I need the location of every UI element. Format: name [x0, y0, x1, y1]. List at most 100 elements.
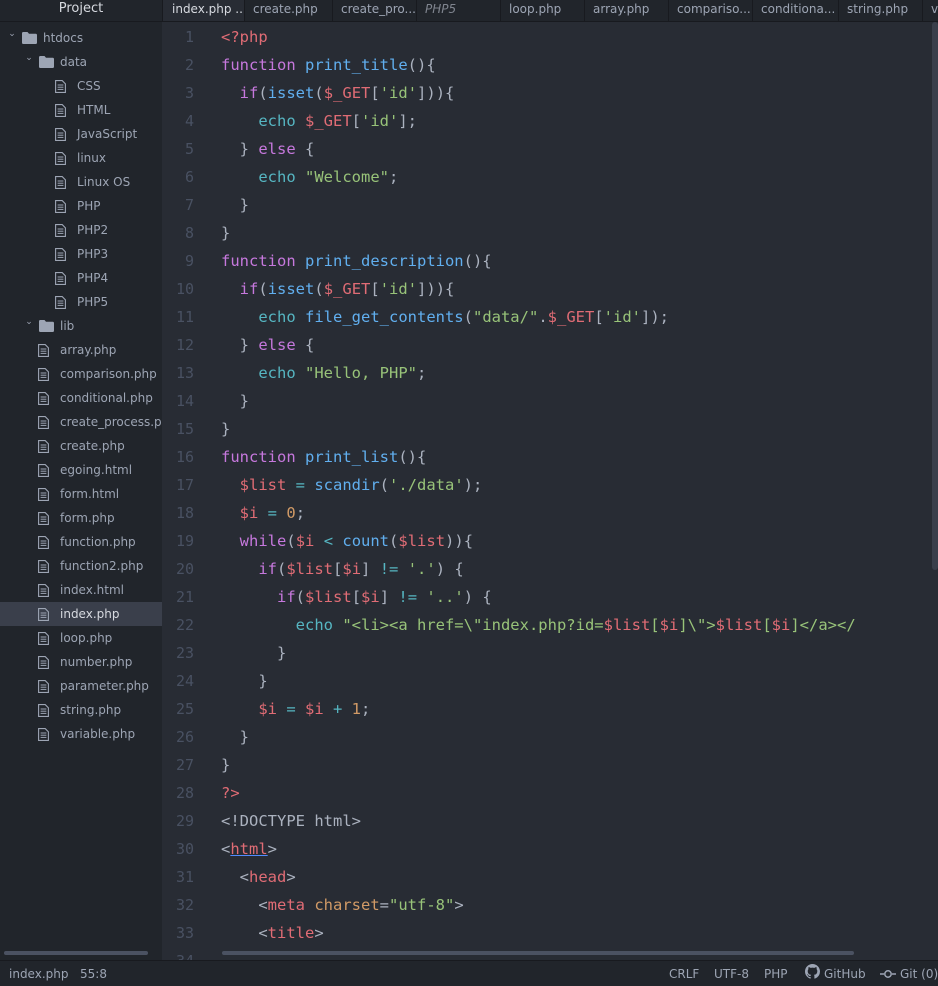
code-line[interactable]: } else {: [221, 135, 315, 163]
tree-file[interactable]: function2.php: [0, 554, 162, 578]
tree-file[interactable]: index.html: [0, 578, 162, 602]
code-line[interactable]: function print_title(){: [221, 51, 436, 79]
chevron-down-icon[interactable]: ⌄: [7, 22, 17, 46]
code-line[interactable]: <head>: [221, 863, 296, 891]
tree-file[interactable]: egoing.html: [0, 458, 162, 482]
tree-file[interactable]: form.php: [0, 506, 162, 530]
status-grammar[interactable]: PHP: [764, 961, 788, 986]
tree-file[interactable]: create.php: [0, 434, 162, 458]
code-line[interactable]: echo "Hello, PHP";: [221, 359, 426, 387]
tree-file[interactable]: PHP4: [0, 266, 162, 290]
code-line[interactable]: }: [221, 639, 286, 667]
code-line[interactable]: echo "<li><a href=\"index.php?id=$list[$…: [221, 611, 856, 639]
tab[interactable]: string.php: [838, 0, 922, 21]
tab[interactable]: array.php: [584, 0, 668, 21]
code-line[interactable]: }: [221, 191, 249, 219]
status-line-ending[interactable]: CRLF: [669, 961, 699, 986]
code-area[interactable]: <?php function print_title(){ if(isset($_…: [221, 22, 938, 960]
tab[interactable]: PHP5: [416, 0, 500, 21]
code-line[interactable]: if(isset($_GET['id'])){: [221, 275, 455, 303]
code-line[interactable]: }: [221, 667, 267, 695]
tab[interactable]: create.php: [244, 0, 332, 21]
code-line[interactable]: } else {: [221, 331, 315, 359]
code-line[interactable]: while($i < count($list)){: [221, 527, 473, 555]
code-line[interactable]: if($list[$i] != '.') {: [221, 555, 463, 583]
line-number: 28: [175, 784, 194, 802]
code-editor[interactable]: 1 2 3 4 5 6 7 8 9 10 11 12 13 14 15 16 17 18 19 20 21 22 23 24 2…: [162, 22, 938, 960]
tab[interactable]: conditiona...: [752, 0, 838, 21]
tree-file[interactable]: JavaScript: [0, 122, 162, 146]
tree-file[interactable]: PHP2: [0, 218, 162, 242]
code-line[interactable]: $i = 0;: [221, 499, 305, 527]
code-line[interactable]: $i = $i + 1;: [221, 695, 370, 723]
code-line[interactable]: }: [221, 723, 249, 751]
code-line[interactable]: function print_list(){: [221, 443, 426, 471]
tab[interactable]: va: [922, 0, 938, 21]
tree-file[interactable]: form.html: [0, 482, 162, 506]
editor-vertical-scrollbar[interactable]: [932, 22, 938, 570]
tree-file[interactable]: string.php: [0, 698, 162, 722]
tree-file[interactable]: HTML: [0, 98, 162, 122]
tree-folder[interactable]: ⌄ data: [0, 50, 162, 74]
file-icon: [55, 104, 66, 117]
tree-file[interactable]: number.php: [0, 650, 162, 674]
code-token: }: [221, 140, 259, 158]
code-line[interactable]: }: [221, 219, 230, 247]
tree-folder[interactable]: ⌄ lib: [0, 314, 162, 338]
code-token: )){: [445, 532, 474, 550]
code-line[interactable]: <?php: [221, 23, 268, 51]
code-line[interactable]: <meta charset="utf-8">: [221, 891, 463, 919]
tab[interactable]: create_pro...: [332, 0, 416, 21]
code-line[interactable]: <!DOCTYPE html>: [221, 807, 361, 835]
code-line[interactable]: echo $_GET['id'];: [221, 107, 417, 135]
tree-file[interactable]: parameter.php: [0, 674, 162, 698]
status-file-name[interactable]: index.php: [9, 961, 68, 986]
tree-view-scrollbar[interactable]: [4, 951, 148, 955]
tree-file[interactable]: array.php: [0, 338, 162, 362]
file-icon: [38, 560, 49, 573]
tree-file[interactable]: function.php: [0, 530, 162, 554]
code-line[interactable]: }: [221, 751, 230, 779]
tree-file[interactable]: linux: [0, 146, 162, 170]
tree-file[interactable]: loop.php: [0, 626, 162, 650]
status-encoding[interactable]: UTF-8: [714, 961, 749, 986]
tree-file[interactable]: comparison.php: [0, 362, 162, 386]
tree-file[interactable]: Linux OS: [0, 170, 162, 194]
tree-file[interactable]: index.php: [0, 602, 162, 626]
tree-file[interactable]: PHP3: [0, 242, 162, 266]
tab[interactable]: compariso...: [668, 0, 752, 21]
code-line[interactable]: ?>: [221, 779, 240, 807]
code-line[interactable]: echo file_get_contents("data/".$_GET['id…: [221, 303, 669, 331]
tree-view-list: ⌄ htdocs ⌄ data CSS HTML JavaScript linux Linux …: [0, 26, 162, 746]
code-line[interactable]: $list = scandir('./data');: [221, 471, 483, 499]
status-cursor-position[interactable]: 55:8: [80, 961, 107, 986]
status-github-button[interactable]: GitHub: [805, 961, 866, 986]
code-token: while: [239, 532, 287, 550]
code-line[interactable]: if(isset($_GET['id'])){: [221, 79, 455, 107]
tree-file[interactable]: conditional.php: [0, 386, 162, 410]
code-token: [: [370, 280, 380, 298]
code-line[interactable]: <html>: [221, 835, 277, 863]
code-line[interactable]: <title>: [221, 919, 323, 947]
tree-file[interactable]: create_process.php: [0, 410, 162, 434]
code-token: echo: [258, 364, 305, 382]
chevron-down-icon[interactable]: ⌄: [24, 310, 34, 334]
tab[interactable]: index.php ...: [162, 0, 244, 21]
tree-file[interactable]: PHP: [0, 194, 162, 218]
code-line[interactable]: echo "Welcome";: [221, 163, 398, 191]
editor-horizontal-scrollbar[interactable]: [222, 951, 854, 955]
code-line[interactable]: function print_description(){: [221, 247, 492, 275]
code-token: 'id': [379, 280, 418, 298]
code-line[interactable]: }: [221, 387, 249, 415]
tree-item-label: data: [60, 55, 88, 69]
chevron-down-icon[interactable]: ⌄: [24, 46, 34, 70]
tree-file[interactable]: variable.php: [0, 722, 162, 746]
tab[interactable]: loop.php: [500, 0, 584, 21]
code-line[interactable]: if($list[$i] != '..') {: [221, 583, 492, 611]
status-git-button[interactable]: Git (0): [880, 961, 938, 986]
code-line[interactable]: }: [221, 415, 230, 443]
tree-file[interactable]: CSS: [0, 74, 162, 98]
